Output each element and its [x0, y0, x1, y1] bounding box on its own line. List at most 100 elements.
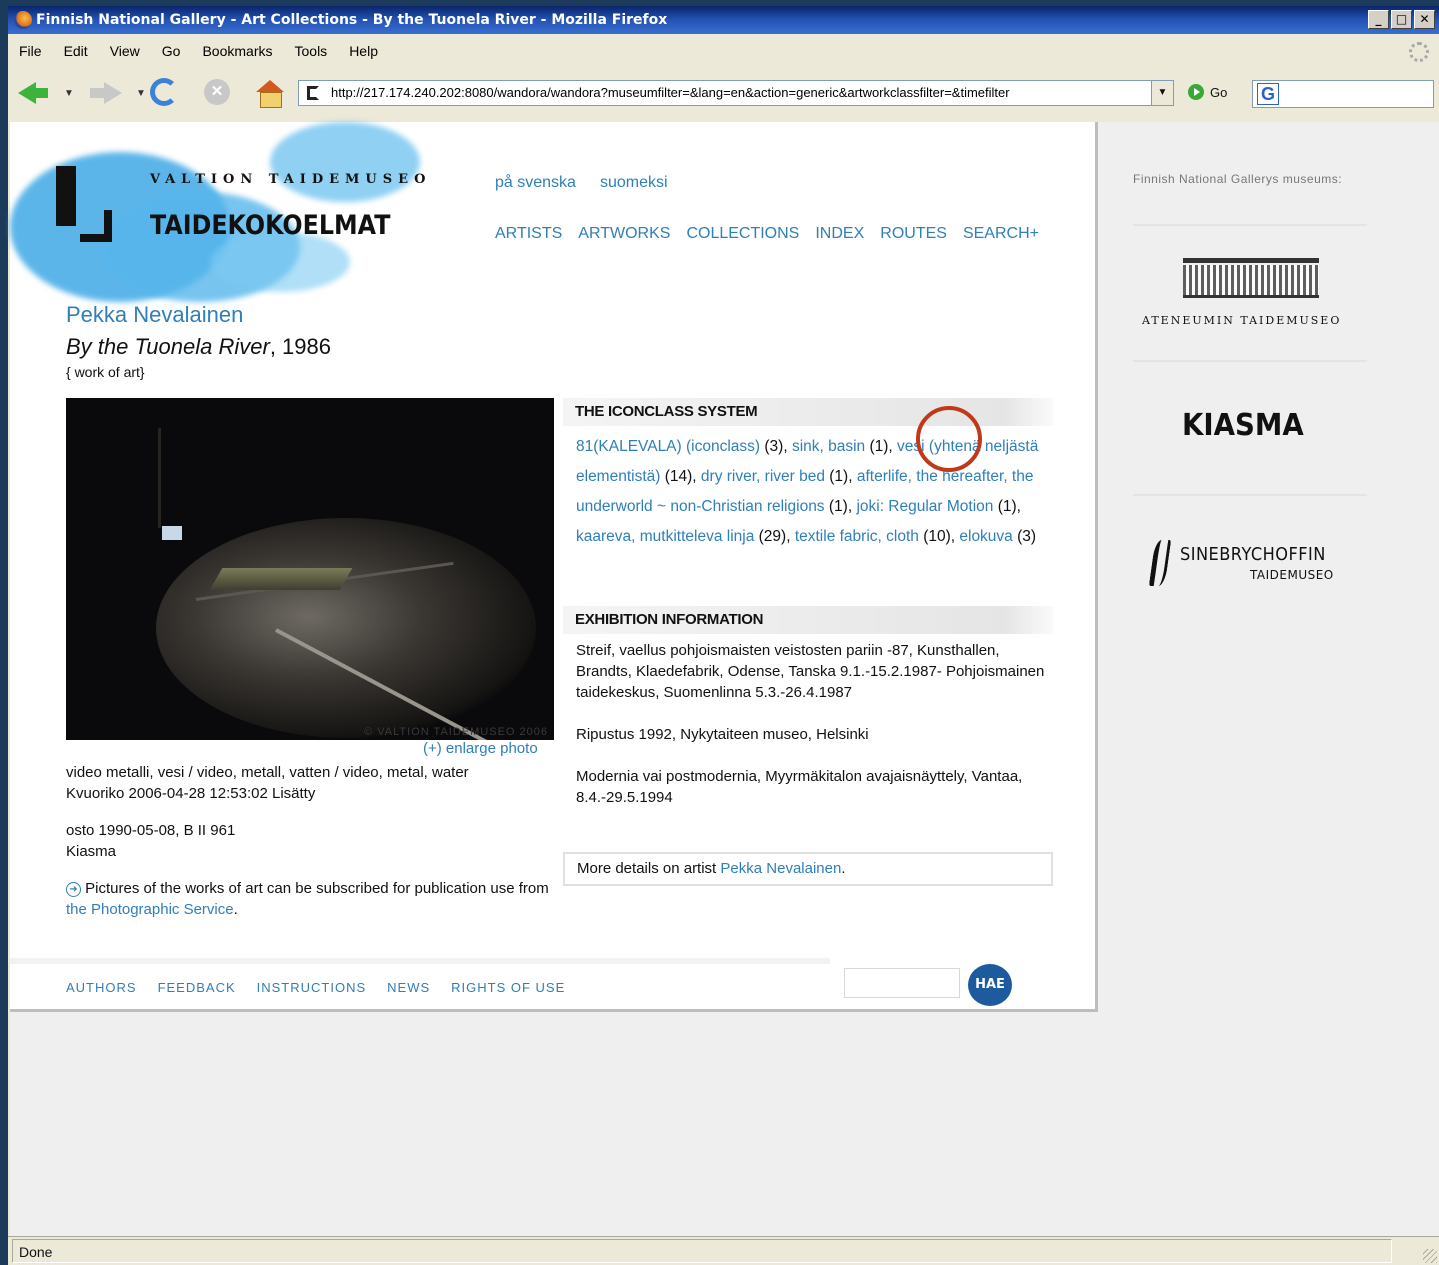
iconclass-term-link[interactable]: sink, basin	[792, 438, 865, 455]
forward-history-chevron-icon[interactable]: ▼	[136, 88, 146, 99]
sinebrychoff-logo-icon[interactable]	[1148, 540, 1172, 586]
url-text[interactable]: http://217.174.240.202:8080/wandora/wand…	[331, 85, 1143, 100]
iconclass-term-link[interactable]: kaareva, mutkitteleva linja	[576, 528, 754, 545]
iconclass-term-link[interactable]: elokuva	[959, 528, 1012, 545]
status-text: Done	[12, 1239, 1392, 1263]
iconclass-heading: THE ICONCLASS SYSTEM	[563, 398, 1053, 426]
site-search-button[interactable]: HAE	[968, 964, 1012, 1006]
page-content: VALTION TAIDEMUSEO TAIDEKOKOELMAT på sve…	[10, 122, 1098, 1012]
nav-artworks[interactable]: ARTWORKS	[578, 225, 670, 243]
watercolor-splash	[270, 122, 420, 202]
maximize-button[interactable]: □	[1391, 10, 1412, 29]
artwork-type: { work of art}	[66, 364, 145, 380]
menu-help[interactable]: Help	[338, 40, 389, 62]
iconclass-term-link[interactable]: 81(KALEVALA) (iconclass)	[576, 438, 760, 455]
iconclass-count: (3)	[1012, 528, 1037, 545]
artwork-acquisition: osto 1990-05-08, B II 961 Kiasma	[66, 820, 235, 862]
site-favicon-icon	[307, 86, 319, 100]
artwork-photo[interactable]: © VALTION TAIDEMUSEO 2006	[66, 398, 554, 740]
added-text: Kvuoriko 2006-04-28 12:53:02 Lisätty	[66, 785, 316, 802]
menu-go[interactable]: Go	[151, 40, 192, 62]
more-details-box: More details on artist Pekka Nevalainen.	[563, 852, 1053, 886]
nav-routes[interactable]: ROUTES	[880, 225, 947, 243]
photo-copyright: © VALTION TAIDEMUSEO 2006	[364, 726, 548, 738]
more-details-suffix: .	[841, 860, 846, 877]
menu-bookmarks[interactable]: Bookmarks	[191, 40, 283, 62]
artwork-title: By the Tuonela River, 1986	[66, 334, 331, 360]
page-viewport: VALTION TAIDEMUSEO TAIDEKOKOELMAT på sve…	[10, 122, 1439, 1236]
exhibition-entry: Modernia vai postmodernia, Myyrmäkitalon…	[576, 768, 1023, 806]
photo-detail	[162, 526, 182, 540]
iconclass-term-link[interactable]: joki: Regular Motion	[856, 498, 993, 515]
photo-note-text: Pictures of the works of art can be subs…	[85, 880, 549, 897]
nav-artists[interactable]: ARTISTS	[495, 225, 562, 243]
footer-authors-link[interactable]: AUTHORS	[66, 980, 137, 995]
window-title: Finnish National Gallery - Art Collectio…	[36, 12, 668, 28]
footer-news-link[interactable]: NEWS	[387, 980, 430, 995]
lang-swedish-link[interactable]: på svenska	[495, 174, 576, 192]
logo-bottom-text[interactable]: TAIDEKOKOELMAT	[150, 210, 390, 241]
enlarge-photo-link[interactable]: (+) enlarge photo	[423, 740, 538, 757]
browser-window: Finnish National Gallery - Art Collectio…	[8, 6, 1439, 1265]
url-history-dropdown-icon[interactable]: ▼	[1151, 81, 1173, 105]
search-box[interactable]: G	[1252, 80, 1434, 108]
back-history-chevron-icon[interactable]: ▼	[64, 88, 74, 99]
google-search-icon[interactable]: G	[1257, 83, 1279, 105]
exhibition-list: Streif, vaellus pohjoismaisten veistoste…	[576, 640, 1046, 829]
menu-tools[interactable]: Tools	[284, 40, 339, 62]
resize-grip-icon[interactable]	[1423, 1249, 1437, 1263]
back-arrow-icon[interactable]	[18, 78, 48, 106]
minimize-button[interactable]: _	[1368, 10, 1389, 29]
watercolor-splash	[210, 232, 350, 292]
nav-search[interactable]: SEARCH+	[963, 225, 1039, 243]
iconclass-count: (1),	[824, 498, 857, 515]
window-controls: _ □ ✕	[1368, 10, 1435, 29]
ateneum-logo-text[interactable]: ATENEUMIN TAIDEMUSEO	[1142, 314, 1341, 327]
nav-collections[interactable]: COLLECTIONS	[686, 225, 799, 243]
stop-icon[interactable]: ✕	[204, 79, 230, 105]
reload-icon[interactable]	[150, 78, 178, 106]
address-bar[interactable]: http://217.174.240.202:8080/wandora/wand…	[298, 80, 1174, 106]
kiasma-logo-text[interactable]: KIASMA	[1182, 408, 1304, 443]
footer-rights-link[interactable]: RIGHTS OF USE	[451, 980, 565, 995]
lang-finnish-link[interactable]: suomeksi	[600, 174, 668, 192]
artwork-year: , 1986	[269, 334, 331, 359]
footer-divider	[10, 958, 830, 964]
sidebar-divider	[1133, 224, 1367, 226]
exhibition-entry: Ripustus 1992, Nykytaiteen museo, Helsin…	[576, 726, 869, 743]
photo-note-suffix: .	[233, 901, 238, 918]
sinebrychoff-logo-text[interactable]: SINEBRYCHOFFIN	[1180, 544, 1326, 565]
exhibition-heading: EXHIBITION INFORMATION	[563, 606, 1053, 634]
logo-top-text: VALTION TAIDEMUSEO	[150, 172, 432, 187]
go-label: Go	[1210, 84, 1228, 100]
iconclass-count: (29),	[754, 528, 795, 545]
go-button[interactable]: Go	[1188, 84, 1227, 100]
title-bar: Finnish National Gallery - Art Collectio…	[8, 6, 1439, 34]
nav-index[interactable]: INDEX	[815, 225, 864, 243]
ateneum-building-icon[interactable]	[1183, 258, 1319, 298]
iconclass-term-link[interactable]: dry river, river bed	[701, 468, 825, 485]
close-button[interactable]: ✕	[1414, 10, 1435, 29]
menu-edit[interactable]: Edit	[53, 40, 99, 62]
exhibition-entry: Streif, vaellus pohjoismaisten veistoste…	[576, 642, 1045, 701]
footer-feedback-link[interactable]: FEEDBACK	[158, 980, 236, 995]
sidebar-title: Finnish National Gallerys museums:	[1133, 172, 1343, 186]
home-icon[interactable]	[254, 78, 284, 108]
forward-arrow-icon[interactable]	[90, 78, 122, 106]
menu-bar: File Edit View Go Bookmarks Tools Help	[8, 40, 389, 62]
iconclass-term-link[interactable]: textile fabric, cloth	[795, 528, 919, 545]
artist-details-link[interactable]: Pekka Nevalainen	[720, 860, 841, 877]
sinebrychoff-logo-subtext[interactable]: TAIDEMUSEO	[1250, 568, 1334, 582]
menu-file[interactable]: File	[8, 40, 53, 62]
photographic-service-link[interactable]: the Photographic Service	[66, 901, 234, 918]
site-search-input[interactable]	[844, 968, 960, 998]
iconclass-count: (1),	[993, 498, 1021, 515]
site-logo-icon[interactable]	[56, 166, 112, 242]
footer-instructions-link[interactable]: INSTRUCTIONS	[257, 980, 367, 995]
menu-view[interactable]: View	[99, 40, 151, 62]
iconclass-count: (14),	[660, 468, 701, 485]
artist-name-link[interactable]: Pekka Nevalainen	[66, 302, 243, 328]
language-links: på svenska suomeksi	[495, 174, 668, 192]
artwork-title-text: By the Tuonela River	[66, 334, 270, 359]
more-details-text: More details on artist	[577, 860, 721, 877]
